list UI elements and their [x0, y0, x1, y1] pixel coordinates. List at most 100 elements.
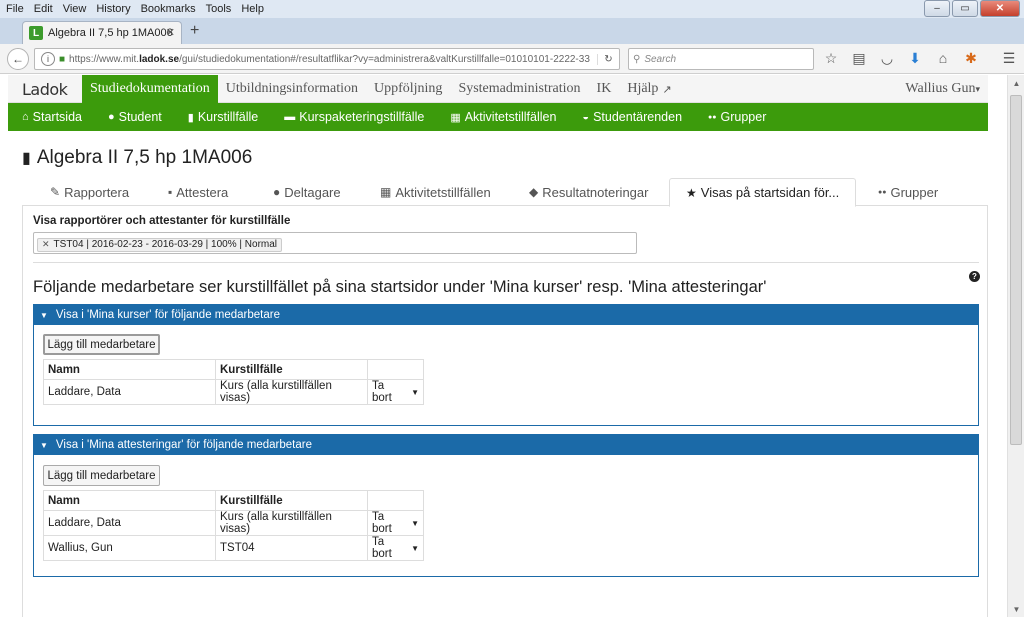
menu-help[interactable]: Help: [241, 3, 264, 15]
users-icon: ●●: [708, 113, 717, 121]
address-bar[interactable]: i ■ https://www.mit.ladok.se/gui/studied…: [34, 48, 620, 70]
panel-header-mina-attesteringar[interactable]: ▼ Visa i 'Mina attesteringar' för följan…: [34, 435, 978, 455]
column-header-kurstillfalle: Kurstillfälle: [215, 359, 368, 380]
tag-icon: ◆: [529, 185, 539, 199]
info-icon[interactable]: i: [41, 52, 55, 66]
remove-chip-icon[interactable]: ✕: [42, 239, 50, 250]
book-icon: ▮: [187, 111, 194, 124]
url-text: https://www.mit.ladok.se/gui/studiedokum…: [69, 53, 590, 65]
search-input[interactable]: ⚲ Search: [628, 48, 814, 70]
close-tab-icon[interactable]: ✕: [166, 26, 175, 39]
column-header-namn: Namn: [43, 359, 216, 380]
topnav-studiedokumentation[interactable]: Studiedokumentation: [82, 75, 218, 103]
scroll-down-icon[interactable]: ▼: [1008, 601, 1024, 617]
ta-bort-dropdown[interactable]: Ta bort ▼: [367, 379, 424, 405]
table-header-row: Namn Kurstillfälle: [43, 490, 424, 511]
bookmark-star-icon[interactable]: ☆: [822, 50, 840, 67]
menu-bar: File Edit View History Bookmarks Tools H…: [0, 0, 1024, 18]
reading-list-icon[interactable]: ▤: [850, 50, 868, 67]
ta-bort-dropdown[interactable]: Ta bort ▼: [367, 510, 424, 536]
pocket-icon[interactable]: ◡: [878, 50, 896, 67]
subnav-kurspaketeringstillfalle[interactable]: ▬ Kurspaketeringstillfälle: [284, 110, 424, 124]
column-header-actions: [367, 359, 424, 380]
menu-history[interactable]: History: [96, 3, 130, 15]
employees-table: Namn Kurstillfälle Laddare, Data Kurs (a…: [43, 359, 424, 405]
browser-tab-title: Algebra II 7,5 hp 1MA006: [48, 27, 173, 39]
star-icon: ★: [686, 185, 697, 200]
page-scrollbar[interactable]: ▲ ▼: [1007, 75, 1024, 617]
home-icon: ⌂: [22, 111, 29, 123]
kurstillfalle-chip: ✕ TST04 | 2016-02-23 - 2016-03-29 | 100%…: [37, 237, 283, 252]
tab-deltagare[interactable]: ● Deltagare: [273, 178, 341, 206]
topnav-utbildningsinformation[interactable]: Utbildningsinformation: [218, 75, 366, 103]
column-header-kurstillfalle: Kurstillfälle: [215, 490, 368, 511]
app-header: Ladok Studiedokumentation Utbildningsinf…: [8, 75, 988, 103]
page-title: ▮ Algebra II 7,5 hp 1MA006: [22, 147, 253, 168]
top-navigation: Studiedokumentation Utbildningsinformati…: [82, 75, 680, 103]
panel-mina-attesteringar: ▼ Visa i 'Mina attesteringar' för följan…: [33, 434, 979, 577]
menu-tools[interactable]: Tools: [206, 3, 232, 15]
topnav-systemadministration[interactable]: Systemadministration: [450, 75, 588, 103]
subnav-studentarenden[interactable]: ◒ Studentärenden: [582, 110, 682, 124]
subnav-grupper[interactable]: ●● Grupper: [708, 110, 766, 124]
cell-name: Wallius, Gun: [43, 535, 216, 561]
scrollbar-thumb[interactable]: [1010, 95, 1022, 445]
cell-name: Laddare, Data: [43, 379, 216, 405]
topnav-ik[interactable]: IK: [589, 75, 620, 103]
help-icon[interactable]: ?: [969, 271, 980, 282]
minimize-button[interactable]: –: [924, 0, 950, 17]
employees-table: Namn Kurstillfälle Laddare, Data Kurs (a…: [43, 490, 424, 561]
table-row: Wallius, Gun TST04 Ta bort ▼: [43, 535, 424, 561]
tab-resultatnoteringar[interactable]: ◆ Resultatnoteringar: [529, 178, 648, 206]
calendar-icon: ▦: [450, 111, 461, 124]
home-icon[interactable]: ⌂: [934, 50, 952, 67]
subnav-aktivitetstillfallen[interactable]: ▦ Aktivitetstillfällen: [450, 110, 556, 124]
extension-icon[interactable]: ✱: [962, 50, 980, 67]
new-tab-button[interactable]: +: [190, 22, 199, 40]
ta-bort-dropdown[interactable]: Ta bort ▼: [367, 535, 424, 561]
tab-attestera[interactable]: ▪ Attestera: [168, 178, 228, 206]
hamburger-menu-icon[interactable]: ☰: [1000, 50, 1018, 67]
cell-name: Laddare, Data: [43, 510, 216, 536]
topnav-uppfoljning[interactable]: Uppföljning: [366, 75, 450, 103]
topnav-hjalp[interactable]: Hjälp ↗: [619, 75, 679, 103]
tab-grupper[interactable]: ●● Grupper: [878, 178, 938, 206]
tab-aktivitetstillfallen[interactable]: ▦ Aktivitetstillfällen: [380, 178, 491, 206]
ladok-favicon-icon: L: [29, 26, 43, 40]
book-icon: ▮: [22, 150, 31, 167]
pencil-icon: ✎: [50, 185, 61, 199]
ladok-logo[interactable]: Ladok: [22, 80, 68, 99]
calendar-icon: ▦: [380, 185, 392, 199]
add-employee-button[interactable]: Lägg till medarbetare: [43, 465, 160, 486]
panel-header-mina-kurser[interactable]: ▼ Visa i 'Mina kurser' för följande meda…: [34, 305, 978, 325]
user-menu[interactable]: Wallius Gun▾: [905, 81, 980, 97]
close-window-button[interactable]: ✕: [980, 0, 1020, 17]
kurstillfalle-filter-input[interactable]: ✕ TST04 | 2016-02-23 - 2016-03-29 | 100%…: [33, 232, 637, 254]
subnav-startsida[interactable]: ⌂ Startsida: [22, 110, 82, 124]
tab-visas-pa-startsidan[interactable]: ★ Visas på startsidan för...: [669, 178, 857, 207]
cell-course: TST04: [215, 535, 368, 561]
divider: [33, 262, 979, 263]
external-link-icon: ↗: [662, 83, 672, 96]
stamp-icon: ▪: [168, 185, 173, 199]
folder-icon: ▬: [284, 111, 296, 123]
scroll-up-icon[interactable]: ▲: [1008, 75, 1024, 91]
browser-tab[interactable]: L Algebra II 7,5 hp 1MA006 ✕: [22, 21, 182, 44]
download-icon[interactable]: ⬇: [906, 50, 924, 67]
subnav-student[interactable]: ● Student: [108, 110, 162, 124]
back-button[interactable]: ←: [7, 48, 29, 70]
menu-bookmarks[interactable]: Bookmarks: [141, 3, 196, 15]
menu-edit[interactable]: Edit: [34, 3, 53, 15]
sub-navigation: ⌂ Startsida ● Student ▮ Kurstillfälle ▬ Kurs…: [8, 103, 988, 131]
subnav-kurstillfalle[interactable]: ▮ Kurstillfälle: [188, 110, 259, 124]
table-header-row: Namn Kurstillfälle: [43, 359, 424, 380]
caret-down-icon: ▼: [40, 440, 48, 450]
toolbar-icons: ☆ ▤ ◡ ⬇ ⌂ ✱ ☰: [822, 50, 1018, 67]
menu-file[interactable]: File: [6, 3, 24, 15]
inbox-icon: ◒: [582, 111, 590, 123]
add-employee-button[interactable]: Lägg till medarbetare: [43, 334, 160, 355]
maximize-button[interactable]: ▭: [952, 0, 978, 17]
tab-rapportera[interactable]: ✎ Rapportera: [50, 178, 129, 206]
menu-view[interactable]: View: [63, 3, 87, 15]
reload-icon[interactable]: ↻: [597, 53, 619, 65]
